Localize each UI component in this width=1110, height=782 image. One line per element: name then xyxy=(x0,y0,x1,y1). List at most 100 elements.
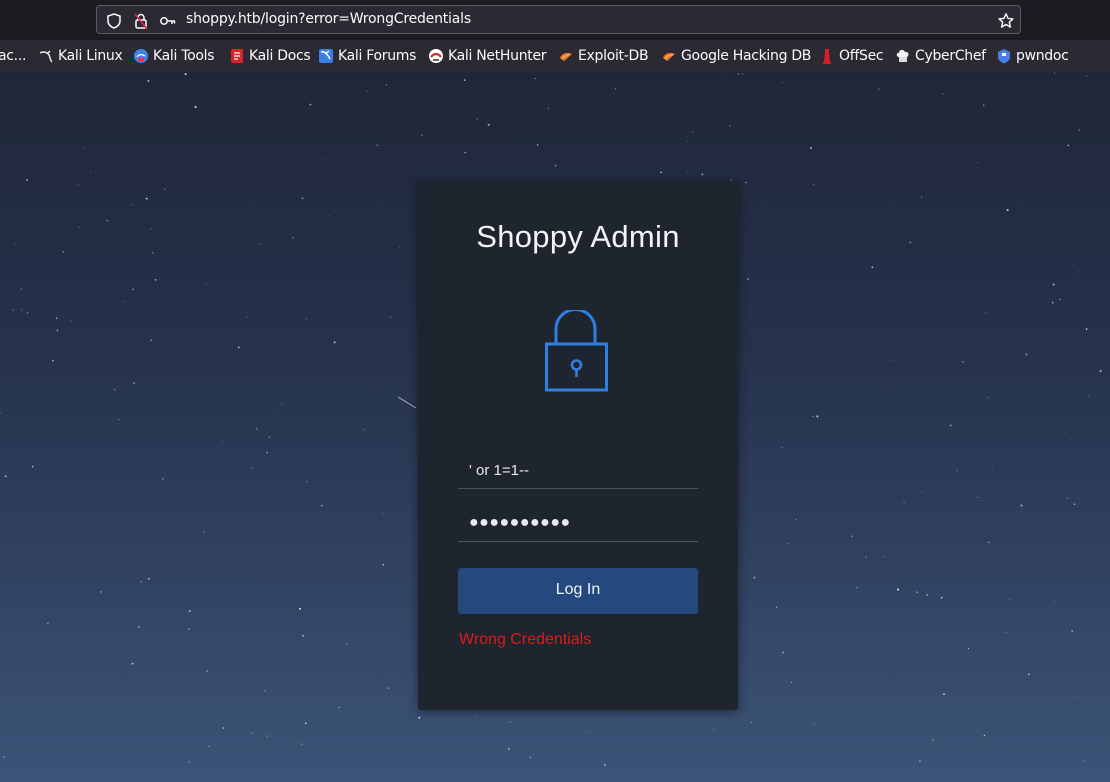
star xyxy=(1051,301,1054,304)
kali-tools-icon xyxy=(134,49,148,63)
bookmark-star-icon[interactable] xyxy=(997,12,1015,30)
star xyxy=(3,756,5,758)
star xyxy=(795,518,797,520)
star xyxy=(132,381,136,385)
star xyxy=(20,288,23,290)
google-hacking-db-icon xyxy=(663,53,675,61)
bookmark-kali-docs[interactable]: Kali Docs xyxy=(229,47,311,65)
star xyxy=(992,469,993,471)
bookmark-cyberchef[interactable]: CyberChef xyxy=(895,47,986,65)
key-icon[interactable] xyxy=(159,12,177,30)
star xyxy=(1071,630,1074,633)
star xyxy=(747,278,750,281)
error-message: Wrong Credentials xyxy=(459,631,592,648)
username-field[interactable]: ' or 1=1-- xyxy=(458,453,698,489)
star xyxy=(52,359,54,362)
star xyxy=(26,179,28,181)
star xyxy=(1006,209,1009,212)
star xyxy=(280,403,282,405)
bookmark-kali-nethunter[interactable]: Kali NetHunter xyxy=(428,47,547,65)
star xyxy=(346,643,348,645)
star xyxy=(306,481,308,483)
bookmark-label: ac... xyxy=(0,48,27,64)
star xyxy=(745,181,747,184)
address-bar[interactable]: shoppy.htb/login?error=WrongCredentials xyxy=(96,5,1021,34)
star xyxy=(203,531,205,533)
bookmark-truncated[interactable]: ac... xyxy=(0,47,26,65)
star xyxy=(750,722,752,724)
bookmark-kali-linux[interactable]: Kali Linux xyxy=(38,47,123,65)
bookmark-label: Kali Tools xyxy=(153,48,215,64)
url-text[interactable]: shoppy.htb/login?error=WrongCredentials xyxy=(186,11,471,27)
star xyxy=(1086,75,1088,77)
bookmark-exploit-db[interactable]: Exploit-DB xyxy=(558,47,649,65)
star xyxy=(918,760,921,763)
star xyxy=(816,415,819,418)
password-field[interactable]: ●●●●●●●●●● xyxy=(458,506,698,542)
kali-docs-icon xyxy=(231,49,243,63)
star xyxy=(742,73,744,75)
star xyxy=(534,77,536,80)
bookmark-label: OffSec xyxy=(839,48,884,64)
star xyxy=(292,236,295,239)
star xyxy=(55,317,58,319)
star xyxy=(333,341,336,344)
login-card: Shoppy Admin ' or 1=1-- ●●●●●●●●●● Log I… xyxy=(418,181,738,710)
star xyxy=(536,144,539,146)
star xyxy=(70,320,72,322)
star xyxy=(418,716,421,719)
star xyxy=(1081,195,1083,197)
star xyxy=(150,227,152,230)
star xyxy=(14,243,16,245)
star xyxy=(1059,298,1061,301)
star xyxy=(268,436,271,439)
star xyxy=(131,662,134,665)
star xyxy=(255,427,258,430)
page-title: Shoppy Admin xyxy=(476,219,680,254)
star xyxy=(399,246,401,248)
star xyxy=(476,715,478,718)
star xyxy=(100,590,102,593)
kali-dragon-icon xyxy=(39,50,53,63)
star xyxy=(791,681,793,684)
bookmarks-toolbar: ac... Kali Linux Kali Tools Kali Docs Ka… xyxy=(0,40,1110,72)
login-button[interactable]: Log In xyxy=(458,568,698,614)
star xyxy=(988,541,990,544)
kali-forums-icon xyxy=(319,49,333,63)
star xyxy=(812,183,814,185)
star xyxy=(977,162,979,163)
star xyxy=(309,103,312,106)
star xyxy=(184,73,187,76)
star xyxy=(327,215,329,217)
star xyxy=(324,158,326,159)
star xyxy=(903,501,905,503)
bookmark-kali-forums[interactable]: Kali Forums xyxy=(318,47,416,65)
bookmark-google-hacking-db[interactable]: Google Hacking DB xyxy=(661,47,811,65)
bookmark-label: pwndoc xyxy=(1016,48,1069,64)
star xyxy=(921,492,923,493)
bookmark-offsec[interactable]: OffSec xyxy=(819,47,884,65)
star xyxy=(949,424,952,427)
star xyxy=(982,104,985,106)
bookmark-pwndoc[interactable]: pwndoc xyxy=(996,47,1069,65)
star xyxy=(781,81,783,83)
star xyxy=(187,628,190,630)
star xyxy=(26,312,29,314)
star xyxy=(266,451,268,454)
star xyxy=(78,226,80,228)
star xyxy=(206,284,208,286)
insecure-lock-icon[interactable] xyxy=(132,12,150,30)
star xyxy=(84,148,86,150)
star xyxy=(266,735,268,737)
star xyxy=(876,167,879,169)
star xyxy=(851,535,854,538)
star xyxy=(1064,431,1066,433)
star xyxy=(147,79,150,82)
shield-icon[interactable] xyxy=(105,12,123,30)
star xyxy=(920,196,923,198)
kali-nethunter-icon xyxy=(429,49,443,63)
star xyxy=(943,693,945,696)
star xyxy=(385,84,387,86)
star xyxy=(0,412,1,414)
bookmark-kali-tools[interactable]: Kali Tools xyxy=(133,47,215,65)
